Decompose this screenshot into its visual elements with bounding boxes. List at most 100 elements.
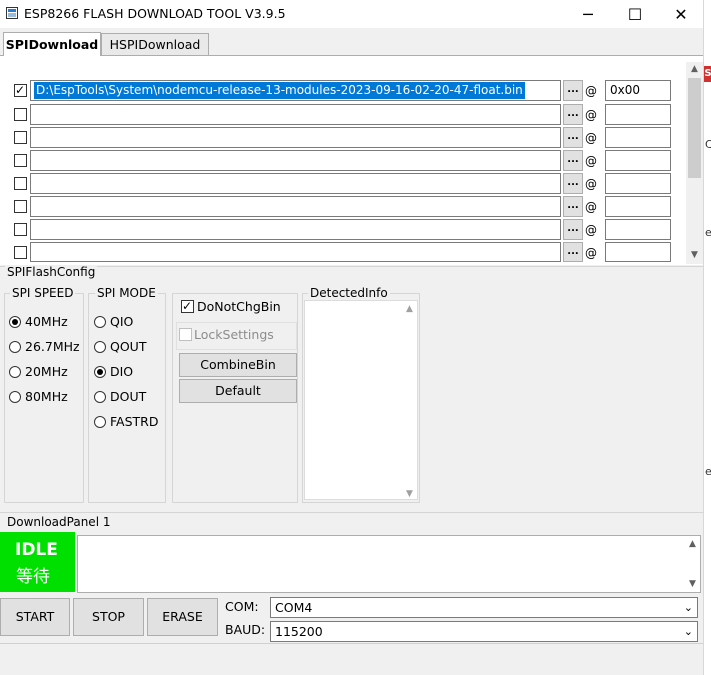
status-text: IDLE	[15, 540, 58, 560]
stop-button[interactable]: STOP	[73, 598, 144, 636]
file-path-field[interactable]	[30, 127, 561, 148]
status-text-cn: 等待	[16, 567, 50, 587]
do-not-chg-bin-checkbox[interactable]	[181, 298, 194, 314]
speed-option-label: 20MHz	[25, 364, 68, 379]
start-button[interactable]: START	[0, 598, 70, 636]
erase-button[interactable]: ERASE	[147, 598, 218, 636]
detected-info-label: DetectedInfo	[308, 286, 390, 300]
file-enable-checkbox[interactable]	[14, 200, 27, 213]
app-icon	[6, 7, 18, 19]
address-field[interactable]	[605, 127, 671, 148]
combine-bin-button[interactable]: CombineBin	[179, 353, 297, 377]
file-enable-checkbox[interactable]	[14, 177, 27, 190]
default-button[interactable]: Default	[179, 379, 297, 403]
browse-button[interactable]: ...	[563, 80, 583, 101]
address-field[interactable]	[605, 173, 671, 194]
speed-radio-40mhz[interactable]	[9, 316, 21, 328]
address-field[interactable]	[605, 196, 671, 217]
scroll-up-icon[interactable]: ▲	[401, 304, 418, 314]
file-path-field[interactable]	[30, 173, 561, 194]
speed-option-label: 40MHz	[25, 314, 68, 329]
browse-button[interactable]: ...	[563, 242, 583, 262]
scroll-up-icon[interactable]: ▲	[686, 64, 703, 74]
com-port-select[interactable]: COM4 ⌄	[270, 597, 698, 618]
file-enable-checkbox[interactable]	[14, 154, 27, 167]
at-label: @	[585, 223, 597, 237]
address-field[interactable]	[605, 104, 671, 125]
scroll-down-icon[interactable]: ▼	[684, 579, 701, 589]
spi-flash-config-title: SPIFlashConfig	[5, 265, 98, 279]
file-path-field[interactable]	[30, 219, 561, 240]
detected-info-text-area[interactable]: ▲ ▼	[304, 300, 418, 500]
at-label: @	[585, 177, 597, 191]
address-field[interactable]	[605, 150, 671, 171]
address-field[interactable]	[605, 219, 671, 240]
file-path-field[interactable]	[30, 242, 561, 262]
background-window-edge: S C e e	[703, 0, 711, 675]
com-port-value: COM4	[275, 600, 313, 615]
at-label: @	[585, 131, 597, 145]
mode-option-label: DOUT	[110, 389, 147, 404]
file-path-field[interactable]	[30, 150, 561, 171]
download-panel-title: DownloadPanel 1	[5, 515, 113, 529]
background-badge: S	[704, 66, 711, 82]
maximize-button[interactable]: ☐	[612, 0, 658, 28]
speed-option-label: 80MHz	[25, 389, 68, 404]
file-enable-checkbox[interactable]	[14, 108, 27, 121]
spi-speed-label: SPI SPEED	[10, 286, 76, 300]
chevron-down-icon: ⌄	[683, 601, 693, 614]
background-text-fragment: e	[705, 226, 711, 239]
baud-rate-select[interactable]: 115200 ⌄	[270, 621, 698, 642]
window-title: ESP8266 FLASH DOWNLOAD TOOL V3.9.5	[24, 6, 286, 21]
baud-rate-value: 115200	[275, 624, 323, 639]
spi-mode-label: SPI MODE	[95, 286, 158, 300]
mode-radio-fastrd[interactable]	[94, 416, 106, 428]
scroll-up-icon[interactable]: ▲	[684, 539, 701, 549]
chevron-down-icon: ⌄	[683, 625, 693, 638]
file-enable-checkbox[interactable]	[14, 82, 27, 98]
address-field[interactable]: 0x00	[605, 80, 671, 101]
title-bar[interactable]: ESP8266 FLASH DOWNLOAD TOOL V3.9.5 ─ ☐ ✕	[0, 0, 703, 28]
speed-radio-26mhz[interactable]	[9, 341, 21, 353]
scrollbar-thumb[interactable]	[688, 78, 701, 178]
file-path-field[interactable]	[30, 196, 561, 217]
mode-option-label: QIO	[110, 314, 134, 329]
tab-spi-download[interactable]: SPIDownload	[3, 32, 101, 56]
mode-radio-dout[interactable]	[94, 391, 106, 403]
status-indicator: IDLE 等待	[0, 532, 75, 592]
mode-radio-dio[interactable]	[94, 366, 106, 378]
background-text-fragment: e	[705, 465, 711, 478]
browse-button[interactable]: ...	[563, 104, 583, 125]
lock-settings-checkbox[interactable]	[179, 328, 192, 341]
mode-radio-qio[interactable]	[94, 316, 106, 328]
mode-option-label: FASTRD	[110, 414, 159, 429]
browse-button[interactable]: ...	[563, 219, 583, 240]
at-label: @	[585, 108, 597, 122]
log-text-area[interactable]: ▲ ▼	[77, 535, 701, 593]
file-path-text: D:\EspTools\System\nodemcu-release-13-mo…	[34, 82, 525, 99]
file-path-field[interactable]	[30, 104, 561, 125]
do-not-chg-bin-label: DoNotChgBin	[197, 299, 281, 314]
scroll-down-icon[interactable]: ▼	[401, 489, 418, 499]
minimize-button[interactable]: ─	[565, 0, 611, 28]
at-label: @	[585, 154, 597, 168]
file-enable-checkbox[interactable]	[14, 246, 27, 259]
close-button[interactable]: ✕	[658, 0, 704, 28]
lock-settings-label: LockSettings	[194, 327, 274, 342]
mode-option-label: DIO	[110, 364, 134, 379]
background-text-fragment: C	[705, 138, 711, 151]
browse-button[interactable]: ...	[563, 173, 583, 194]
browse-button[interactable]: ...	[563, 150, 583, 171]
file-enable-checkbox[interactable]	[14, 223, 27, 236]
speed-radio-80mhz[interactable]	[9, 391, 21, 403]
browse-button[interactable]: ...	[563, 196, 583, 217]
mode-option-label: QOUT	[110, 339, 147, 354]
scroll-down-icon[interactable]: ▼	[686, 250, 703, 260]
file-path-field[interactable]: D:\EspTools\System\nodemcu-release-13-mo…	[30, 80, 561, 101]
address-field[interactable]	[605, 242, 671, 262]
browse-button[interactable]: ...	[563, 127, 583, 148]
tab-hspi-download[interactable]: HSPIDownload	[101, 33, 209, 55]
speed-radio-20mhz[interactable]	[9, 366, 21, 378]
file-enable-checkbox[interactable]	[14, 131, 27, 144]
mode-radio-qout[interactable]	[94, 341, 106, 353]
